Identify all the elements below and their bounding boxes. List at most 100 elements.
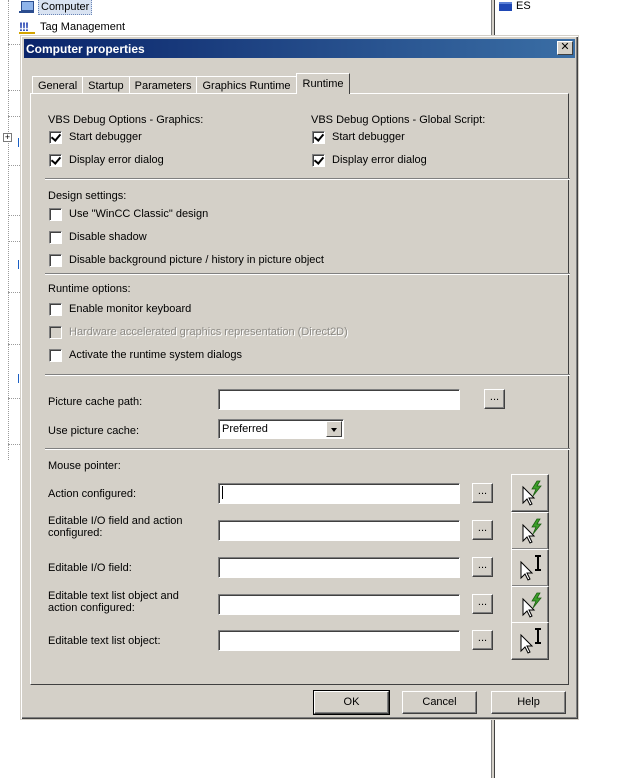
tree-connector [8,444,20,445]
vbs-global-start-debugger-checkbox[interactable]: Start debugger [312,129,405,145]
mouse-pointer-row-label: Editable text list object: [48,635,161,647]
text-list-cursor-button[interactable] [511,622,549,660]
checkbox-label: Disable background picture / history in … [69,254,324,266]
close-button[interactable]: ✕ [557,41,573,55]
checkbox-label: Display error dialog [332,154,427,166]
action-configured-field[interactable] [218,483,460,504]
mouse-pointer-title: Mouse pointer: [48,460,121,472]
use-picture-cache-select[interactable]: Preferred [218,419,344,439]
checkbox-label: Enable monitor keyboard [69,303,192,315]
mouse-pointer-row-text: Editable text list object and action con… [48,590,179,614]
text-list-action-field[interactable] [218,594,460,615]
tab-runtime[interactable]: Runtime [295,73,351,94]
right-pane-item-label: ES [516,0,531,12]
tree-connector [8,90,20,91]
mouse-pointer-row-label: Action configured: [48,488,137,500]
runtime-options-title: Runtime options: [48,283,131,295]
computer-properties-dialog: Computer properties ✕ General Startup Pa… [20,35,579,720]
tree-expand-icon[interactable]: + [3,133,12,142]
separator [45,178,570,180]
picture-cache-path-field[interactable] [218,389,460,410]
tree-connector [8,241,20,242]
tree-item-label: Computer [38,0,93,15]
tree-connector [8,398,20,399]
tab-parameters[interactable]: Parameters [128,76,198,94]
picture-cache-path-label: Picture cache path: [48,396,143,408]
tree-item-computer[interactable]: Computer [19,0,93,15]
checkbox-box [49,253,62,267]
tab-graphics-runtime[interactable]: Graphics Runtime [196,76,297,94]
ibeam-cursor-icon [520,628,541,654]
checkbox-box [49,230,62,244]
vbs-global-display-error-checkbox[interactable]: Display error dialog [312,152,427,168]
dialog-titlebar[interactable]: Computer properties ✕ [24,39,575,58]
io-field-browse-button[interactable]: ... [472,557,493,577]
checkbox-box [49,207,62,221]
text-list-action-cursor-button[interactable] [511,586,549,624]
enable-monitor-keyboard-checkbox[interactable]: Enable monitor keyboard [49,301,191,317]
text-caret [222,486,223,499]
tab-label: Parameters [134,79,192,92]
vbs-graphics-display-error-checkbox[interactable]: Display error dialog [49,152,164,168]
picture-cache-path-browse-button[interactable]: ... [484,389,505,409]
checkbox-box [312,130,325,144]
checkbox-label: Disable shadow [69,231,147,243]
text-list-field[interactable] [218,630,460,651]
tree-connector [8,215,20,216]
text-list-browse-button[interactable]: ... [472,630,493,650]
tree-item-tag-management[interactable]: !!! Tag Management [19,19,127,35]
tree-connector [8,292,20,293]
classic-design-checkbox[interactable]: Use "WinCC Classic" design [49,206,208,222]
cancel-button[interactable]: Cancel [402,691,477,714]
tab-label: Graphics Runtime [202,79,291,92]
help-button[interactable]: Help [491,691,566,714]
disable-shadow-checkbox[interactable]: Disable shadow [49,229,147,245]
text-list-action-browse-button[interactable]: ... [472,594,493,614]
vbs-graphics-title: VBS Debug Options - Graphics: [48,114,204,126]
mouse-pointer-row-label: Editable text list object and action con… [48,590,198,614]
io-field-action-field[interactable] [218,520,460,541]
mouse-pointer-row-label: Editable I/O field: [48,562,132,574]
io-field-cursor-button[interactable] [511,549,549,587]
action-configured-cursor-button[interactable] [511,474,549,512]
tree-connector [8,44,20,45]
es-icon [499,1,512,11]
vbs-graphics-start-debugger-checkbox[interactable]: Start debugger [49,129,142,145]
tab-startup[interactable]: Startup [82,76,130,94]
checkbox-box [49,348,62,362]
close-icon: ✕ [560,41,570,53]
action-configured-browse-button[interactable]: ... [472,483,493,503]
checkbox-box [49,302,62,316]
disable-background-picture-checkbox[interactable]: Disable background picture / history in … [49,252,324,268]
ibeam-cursor-icon [520,555,541,581]
io-field-field[interactable] [218,557,460,578]
tree-connector [8,344,20,345]
chevron-down-icon[interactable] [326,421,342,437]
separator [45,448,570,450]
tree-guide-line [8,0,9,460]
vbs-global-title: VBS Debug Options - Global Script: [311,114,486,126]
io-field-action-browse-button[interactable]: ... [472,520,493,540]
tag-management-icon: !!! [19,20,35,34]
checkbox-box [49,325,62,339]
dialog-title: Computer properties [26,41,145,56]
right-pane-item-es[interactable]: ES [499,0,531,12]
tab-general[interactable]: General [32,76,84,94]
runtime-tab-panel: VBS Debug Options - Graphics: Start debu… [30,93,570,685]
checkbox-label: Start debugger [69,131,142,143]
tab-strip: General Startup Parameters Graphics Runt… [32,73,351,94]
direct2d-checkbox: Hardware accelerated graphics representa… [49,324,348,340]
checkbox-label: Activate the runtime system dialogs [69,349,243,361]
tab-label: General [38,79,78,92]
separator [45,273,570,275]
io-field-action-cursor-button[interactable] [511,512,549,550]
tab-label: Runtime [302,78,344,90]
runtime-system-dialogs-checkbox[interactable]: Activate the runtime system dialogs [49,347,242,363]
select-value: Preferred [222,423,268,435]
checkbox-label: Display error dialog [69,154,164,166]
checkbox-label: Start debugger [332,131,405,143]
computer-icon [19,0,35,14]
checkbox-label: Hardware accelerated graphics representa… [69,326,348,338]
action-cursor-icon [522,592,542,618]
ok-button[interactable]: OK [313,690,390,715]
